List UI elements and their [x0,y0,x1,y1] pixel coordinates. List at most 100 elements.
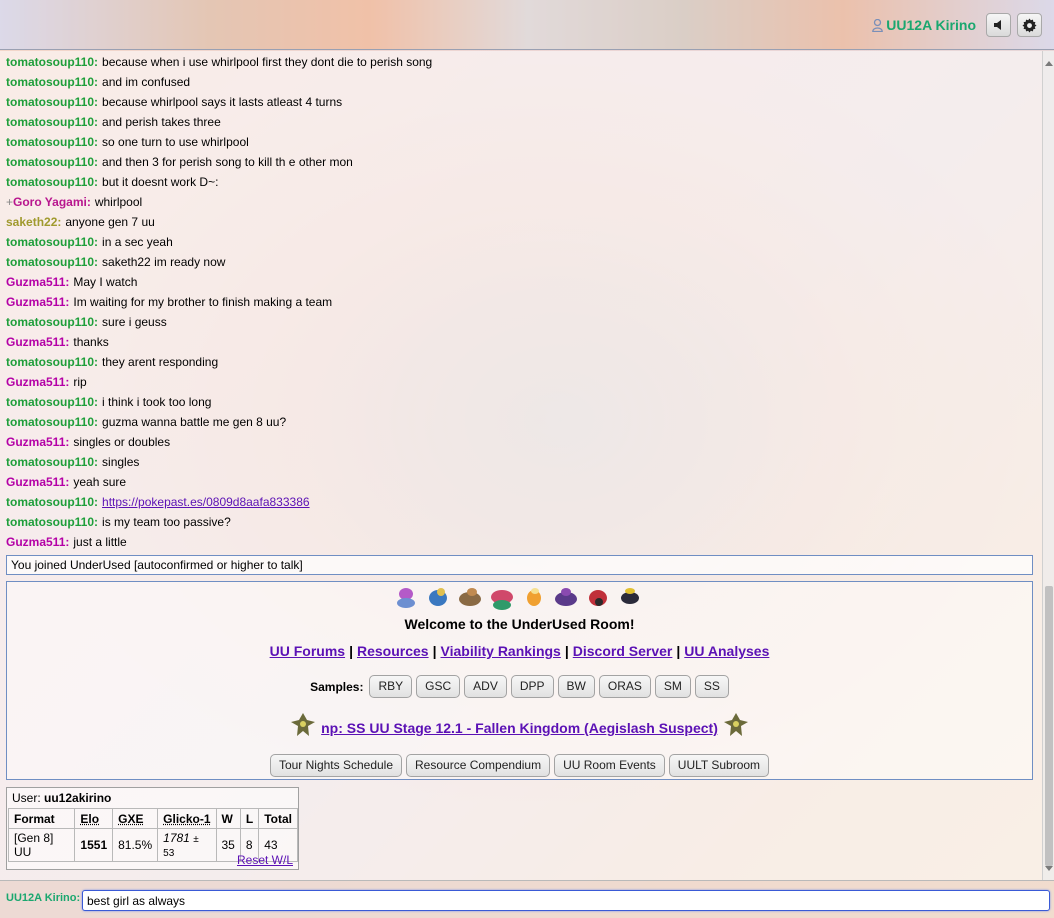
chat-message: tomatosoup110: they arent responding [6,355,1036,375]
user-group-symbol: + [6,195,14,209]
aegislash-sprite-icon [722,712,750,738]
scroll-thumb[interactable] [1045,586,1053,866]
sample-gsc-button[interactable]: GSC [416,675,461,698]
message-author[interactable]: tomatosoup110: [6,75,98,89]
now-playing-link[interactable]: np: SS UU Stage 12.1 - Fallen Kingdom (A… [321,720,718,736]
message-text: singles [102,455,140,469]
message-author[interactable]: tomatosoup110: [6,115,98,129]
chat-input[interactable] [82,890,1050,911]
message-author[interactable]: tomatosoup110: [6,55,98,69]
message-link[interactable]: https://pokepast.es/0809d8aafa833386 [102,495,310,509]
author-name: Guzma511 [6,275,66,289]
col-glicko: Glicko-1 [157,808,217,829]
ladder-stats-box: User: uu12akirino Format Elo GXE Glicko-… [6,787,299,870]
message-author[interactable]: tomatosoup110: [6,395,98,409]
message-author[interactable]: Guzma511: [6,475,69,489]
author-name: tomatosoup110 [6,235,95,249]
message-author[interactable]: tomatosoup110: [6,255,98,269]
message-author[interactable]: Guzma511: [6,275,69,289]
message-text: and perish takes three [102,115,221,129]
author-name: Guzma511 [6,435,66,449]
sample-rby-button[interactable]: RBY [369,675,413,698]
chat-scrollbar[interactable] [1042,51,1054,880]
uult-subroom-button[interactable]: UULT Subroom [668,754,770,777]
message-text: i think i took too long [102,395,212,409]
message-author[interactable]: tomatosoup110: [6,135,98,149]
cell-format: [Gen 8] UU [7,828,76,862]
message-author[interactable]: tomatosoup110: [6,175,98,189]
gxe-value: 81.5% [118,838,153,852]
discord-server-link[interactable]: Discord Server [573,643,673,659]
message-text: whirlpool [94,195,143,209]
message-author[interactable]: tomatosoup110: [6,515,98,529]
pokemon-sprite-icon [455,584,485,612]
username-button[interactable]: UU12A Kirino [872,17,976,33]
author-name: tomatosoup110 [6,455,95,469]
chat-log[interactable]: tomatosoup110: because when i use whirlpo… [0,51,1042,880]
message-author[interactable]: tomatosoup110: [6,235,98,249]
message-author[interactable]: tomatosoup110: [6,355,98,369]
chat-message: Guzma511: singles or doubles [6,435,1036,455]
message-author[interactable]: Guzma511: [6,375,69,389]
tour-nights-schedule-button[interactable]: Tour Nights Schedule [269,754,403,777]
message-author[interactable]: tomatosoup110: [6,455,98,469]
stats-user-label: User: [12,791,41,805]
message-author[interactable]: +Goro Yagami: [6,195,91,209]
uu-analyses-link[interactable]: UU Analyses [684,643,769,659]
author-name: tomatosoup110 [6,95,95,109]
message-author[interactable]: Guzma511: [6,535,69,549]
sound-button[interactable] [986,13,1011,37]
message-text: anyone gen 7 uu [65,215,155,229]
uu-forums-link[interactable]: UU Forums [270,643,345,659]
author-name: Guzma511 [6,475,66,489]
scroll-up-icon[interactable] [1045,61,1053,66]
sample-sm-button[interactable]: SM [654,675,691,698]
room-buttons: Tour Nights Schedule Resource Compendium… [7,754,1032,777]
scroll-down-icon[interactable] [1045,866,1053,871]
sample-bw-button[interactable]: BW [557,675,595,698]
message-author[interactable]: saketh22: [6,215,61,229]
message-text: singles or doubles [73,435,171,449]
sample-adv-button[interactable]: ADV [464,675,507,698]
message-author[interactable]: Guzma511: [6,435,69,449]
message-text: because whirlpool says it lasts atleast … [102,95,343,109]
message-text: May I watch [73,275,138,289]
author-name: Guzma511 [6,375,66,389]
uu-room-events-button[interactable]: UU Room Events [554,754,665,777]
message-author[interactable]: Guzma511: [6,295,69,309]
message-author[interactable]: tomatosoup110: [6,315,98,329]
message-author[interactable]: tomatosoup110: [6,95,98,109]
username-label: UU12A Kirino [886,17,976,33]
message-text: rip [73,375,87,389]
pokemon-sprite-icon [583,584,613,612]
chat-message: Guzma511: thanks [6,335,1036,355]
author-name: tomatosoup110 [6,395,95,409]
sample-oras-button[interactable]: ORAS [598,675,651,698]
sample-ss-button[interactable]: SS [694,675,729,698]
link-separator: | [564,643,569,659]
pokemon-sprite-icon [487,584,517,612]
col-total: Total [258,808,298,829]
chat-message: Guzma511: May I watch [6,275,1036,295]
message-author[interactable]: tomatosoup110: [6,155,98,169]
author-name: tomatosoup110 [6,415,95,429]
viability-rankings-link[interactable]: Viability Rankings [441,643,561,659]
message-text: yeah sure [73,475,127,489]
message-text: and then 3 for perish song to kill th e … [102,155,353,169]
user-icon [872,18,884,32]
pokemon-sprite-icon [519,584,549,612]
resources-link[interactable]: Resources [357,643,429,659]
pokemon-sprite-icon [551,584,581,612]
sample-dpp-button[interactable]: DPP [510,675,554,698]
resource-compendium-button[interactable]: Resource Compendium [406,754,551,777]
settings-button[interactable] [1017,13,1042,37]
chat-message: Guzma511: yeah sure [6,475,1036,495]
message-author[interactable]: tomatosoup110: [6,495,98,509]
message-author[interactable]: tomatosoup110: [6,415,98,429]
reset-wl-link[interactable]: Reset W/L [237,853,293,867]
message-author[interactable]: Guzma511: [6,335,69,349]
chat-message: tomatosoup110: is my team too passive? [6,515,1036,535]
glicko-value: 1781 [163,831,190,845]
welcome-heading: Welcome to the UnderUsed Room! [404,616,635,632]
author-name: tomatosoup110 [6,135,95,149]
